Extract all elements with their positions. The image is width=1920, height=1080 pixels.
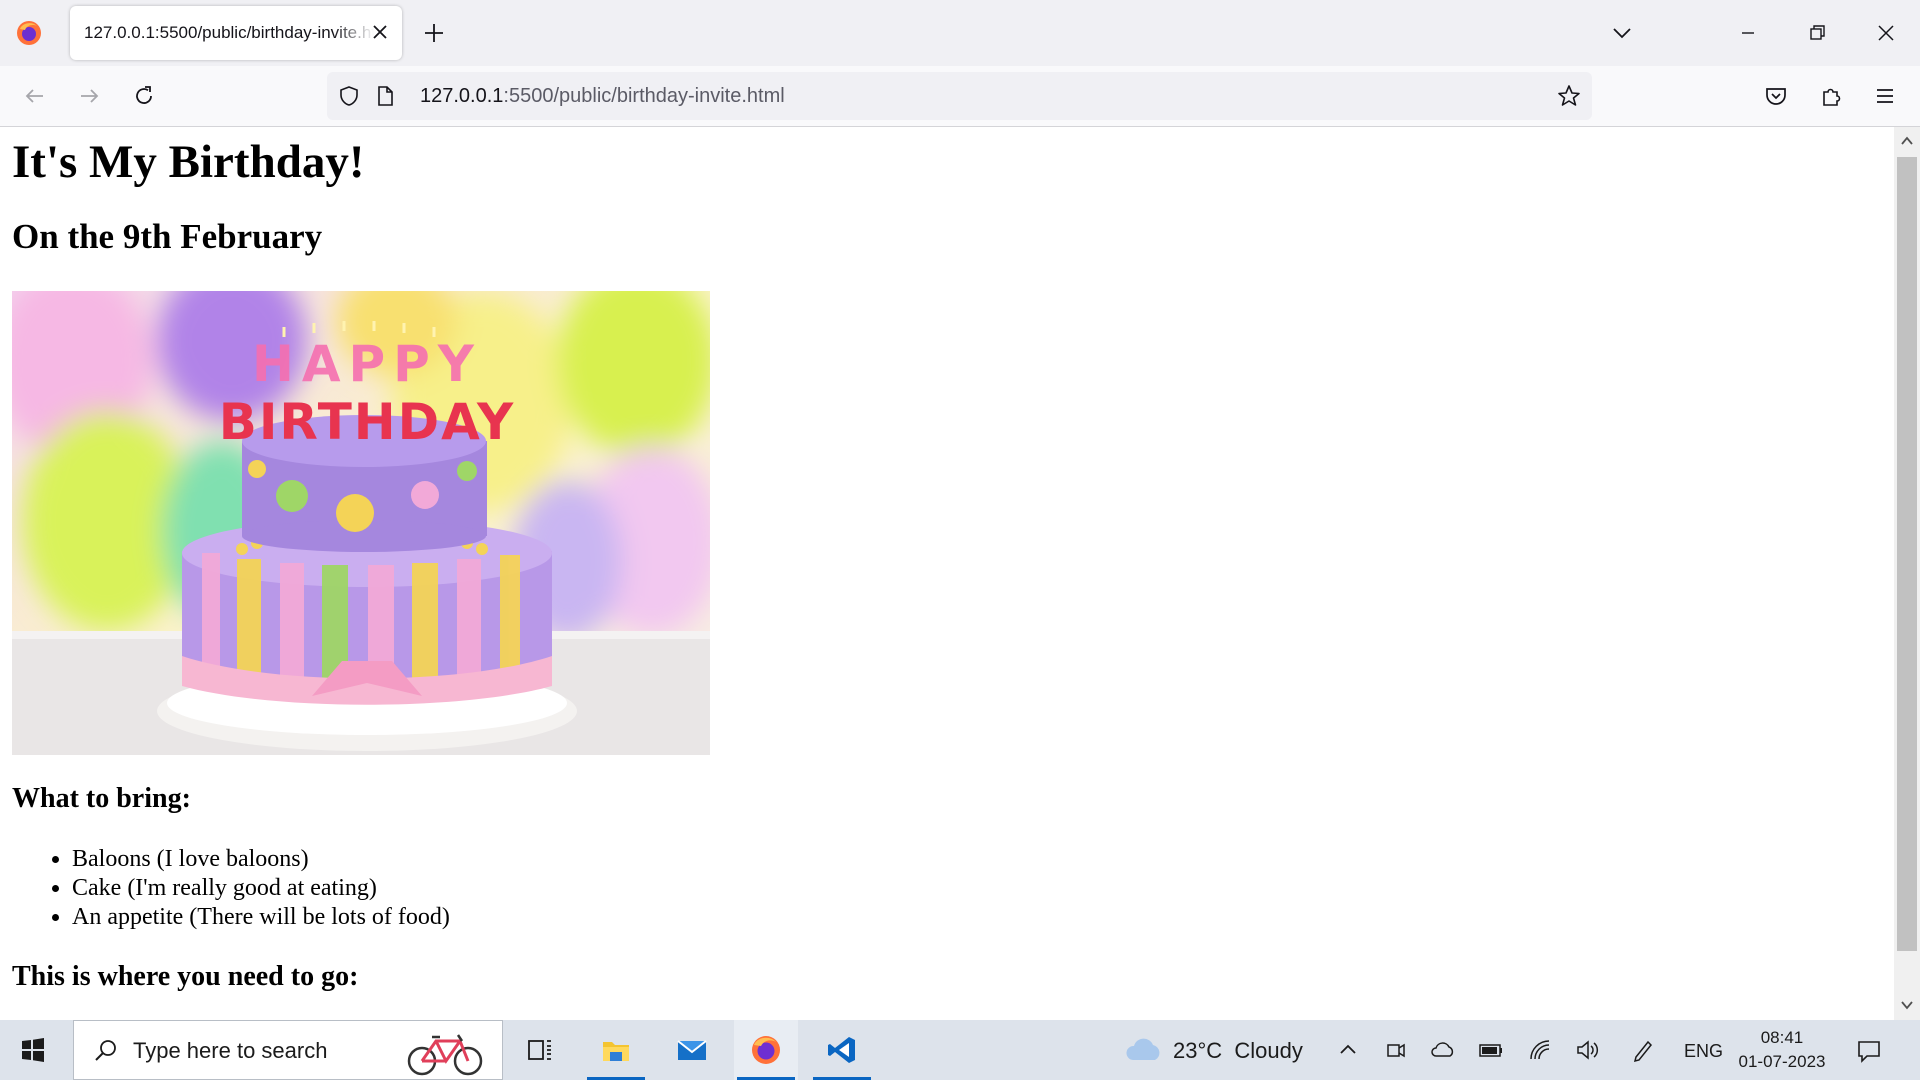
cake-candles-birthday: BIRTHDAY xyxy=(219,393,516,451)
system-clock[interactable]: 08:41 01-07-2023 xyxy=(1732,1026,1832,1074)
mail-icon xyxy=(677,1040,707,1060)
scroll-down-arrow-icon[interactable] xyxy=(1899,997,1915,1013)
clock-date: 01-07-2023 xyxy=(1738,1052,1826,1071)
chevron-down-icon[interactable] xyxy=(1609,20,1635,46)
bicycle-icon xyxy=(407,1034,483,1076)
cake-candles-happy: HAPPY xyxy=(252,335,482,393)
pen-icon[interactable] xyxy=(1630,1037,1656,1063)
reload-icon[interactable] xyxy=(131,83,157,109)
scroll-up-arrow-icon[interactable] xyxy=(1899,133,1915,149)
chevron-up-icon[interactable] xyxy=(1335,1037,1361,1063)
menu-hamburger-icon[interactable] xyxy=(1872,83,1898,109)
search-placeholder: Type here to search xyxy=(133,1038,328,1063)
extensions-puzzle-icon[interactable] xyxy=(1818,83,1844,109)
url-path: :5500/public/birthday-invite.html xyxy=(503,85,785,107)
url-text[interactable]: 127.0.0.1:5500/public/birthday-invite.ht… xyxy=(420,85,785,108)
windows-taskbar: Type here to search 23°C Cloudy ENG 08:4… xyxy=(0,1020,1920,1080)
minimize-icon[interactable] xyxy=(1735,20,1761,46)
page-subtitle: On the 9th February xyxy=(12,217,323,256)
tab-title: 127.0.0.1:5500/public/birthday-invite.ht… xyxy=(84,23,374,42)
windows-start-icon[interactable] xyxy=(20,1037,46,1063)
url-host: 127.0.0.1 xyxy=(420,85,504,107)
vscode-taskbar-button[interactable] xyxy=(810,1020,874,1080)
firefox-taskbar-button[interactable] xyxy=(734,1020,798,1080)
weather-temperature: 23°C xyxy=(1173,1038,1223,1063)
cloud-weather-icon[interactable] xyxy=(1125,1036,1163,1064)
bookmark-star-icon[interactable] xyxy=(1556,83,1582,109)
mail-button[interactable] xyxy=(660,1020,724,1080)
firefox-icon xyxy=(752,1036,780,1064)
what-to-bring-heading: What to bring: xyxy=(12,783,191,814)
new-tab-plus-icon[interactable] xyxy=(421,20,447,46)
where-to-go-heading: This is where you need to go: xyxy=(12,961,359,992)
page-viewport: It's My Birthday! On the 9th February HA… xyxy=(0,127,1894,1020)
clock-time: 08:41 xyxy=(1760,1028,1804,1047)
address-bar[interactable]: 127.0.0.1:5500/public/birthday-invite.ht… xyxy=(327,72,1592,120)
forward-arrow-icon[interactable] xyxy=(76,83,102,109)
page-document-icon[interactable] xyxy=(373,84,397,108)
tracking-shield-icon[interactable] xyxy=(337,84,361,108)
close-icon[interactable] xyxy=(368,20,392,44)
list-item: Cake (I'm really good at eating) xyxy=(72,874,450,903)
vertical-scrollbar[interactable] xyxy=(1894,127,1920,1020)
window-close-icon[interactable] xyxy=(1873,20,1899,46)
birthday-cake-image: HAPPY BIRTHDAY xyxy=(12,291,710,755)
pocket-icon[interactable] xyxy=(1763,83,1789,109)
weather-widget[interactable]: 23°C Cloudy xyxy=(1173,1038,1303,1064)
firefox-logo-icon[interactable] xyxy=(16,20,42,46)
navigation-toolbar: 127.0.0.1:5500/public/birthday-invite.ht… xyxy=(0,66,1920,127)
browser-tab-bar: 127.0.0.1:5500/public/birthday-invite.ht… xyxy=(0,0,1920,66)
onedrive-cloud-icon[interactable] xyxy=(1430,1037,1456,1063)
task-view-icon xyxy=(528,1040,551,1060)
folder-icon xyxy=(603,1042,629,1061)
battery-icon[interactable] xyxy=(1478,1037,1504,1063)
task-view-button[interactable] xyxy=(508,1020,572,1080)
wifi-icon[interactable] xyxy=(1527,1037,1553,1063)
list-item: An appetite (There will be lots of food) xyxy=(72,903,450,932)
active-tab[interactable]: 127.0.0.1:5500/public/birthday-invite.ht… xyxy=(70,6,402,60)
volume-icon[interactable] xyxy=(1575,1037,1601,1063)
vscode-icon xyxy=(828,1037,855,1063)
list-item: Baloons (I love baloons) xyxy=(72,845,450,874)
weather-condition: Cloudy xyxy=(1234,1038,1303,1063)
meet-now-icon[interactable] xyxy=(1383,1037,1409,1063)
scrollbar-thumb[interactable] xyxy=(1897,157,1917,951)
taskbar-search-box[interactable]: Type here to search xyxy=(73,1020,503,1080)
restore-icon[interactable] xyxy=(1804,20,1830,46)
page-title: It's My Birthday! xyxy=(12,136,365,188)
search-icon xyxy=(95,1040,116,1061)
input-language[interactable]: ENG xyxy=(1684,1041,1723,1062)
file-explorer-button[interactable] xyxy=(584,1020,648,1080)
back-arrow-icon[interactable] xyxy=(22,83,48,109)
notification-center-icon[interactable] xyxy=(1855,1037,1883,1065)
bring-list: Baloons (I love baloons) Cake (I'm reall… xyxy=(12,845,450,932)
